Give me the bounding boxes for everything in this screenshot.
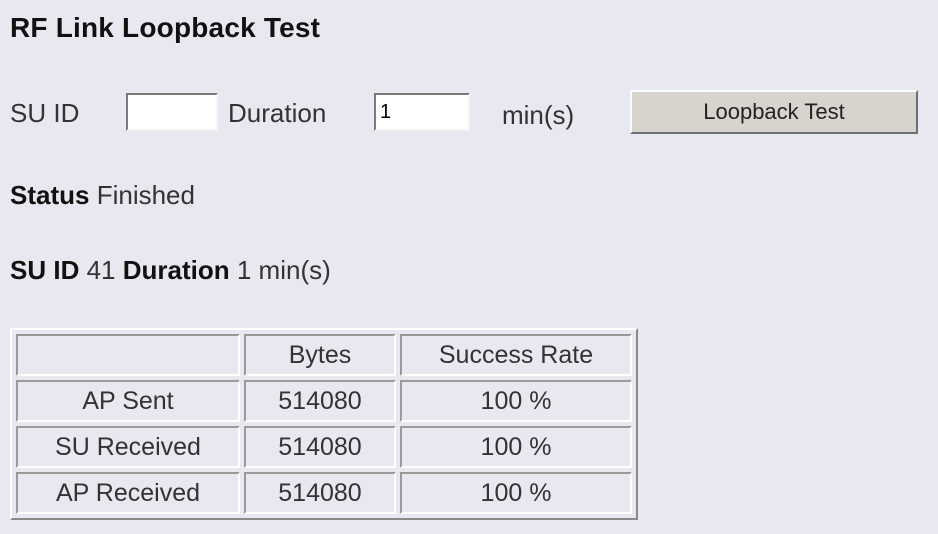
table-cell: AP Received — [16, 472, 240, 514]
table-cell: 100 % — [400, 380, 632, 422]
table-cell: 514080 — [244, 426, 396, 468]
table-header-cell — [16, 334, 240, 376]
test-info-line: SU ID 41 Duration 1 min(s) — [10, 255, 331, 286]
table-cell: 100 % — [400, 426, 632, 468]
status-label: Status — [10, 180, 90, 210]
table-cell: 100 % — [400, 472, 632, 514]
info-su-id-value: 41 — [86, 255, 116, 285]
table-row: AP Sent 514080 100 % — [16, 380, 632, 422]
su-id-input[interactable] — [126, 93, 218, 131]
table-header-cell: Success Rate — [400, 334, 632, 376]
duration-input[interactable] — [374, 93, 470, 131]
info-su-id-label: SU ID — [10, 255, 80, 285]
table-cell: SU Received — [16, 426, 240, 468]
loopback-test-button[interactable]: Loopback Test — [630, 90, 918, 134]
su-id-label: SU ID — [10, 98, 80, 128]
table-cell: 514080 — [244, 380, 396, 422]
table-row: SU Received 514080 100 % — [16, 426, 632, 468]
table-header-cell: Bytes — [244, 334, 396, 376]
info-duration-label: Duration — [122, 255, 230, 285]
table-row: AP Received 514080 100 % — [16, 472, 632, 514]
duration-label: Duration — [228, 98, 327, 128]
table-cell: AP Sent — [16, 380, 240, 422]
page-title: RF Link Loopback Test — [10, 12, 321, 43]
duration-unit-label: min(s) — [502, 100, 575, 130]
info-duration-value: 1 min(s) — [236, 255, 331, 285]
table-cell: 514080 — [244, 472, 396, 514]
loopback-form: SU ID Duration min(s) Loopback Test — [10, 90, 930, 134]
status-line: Status Finished — [10, 180, 195, 211]
results-table: Bytes Success Rate AP Sent 514080 100 % … — [10, 328, 638, 520]
status-value: Finished — [96, 180, 195, 210]
table-header-row: Bytes Success Rate — [16, 334, 632, 376]
